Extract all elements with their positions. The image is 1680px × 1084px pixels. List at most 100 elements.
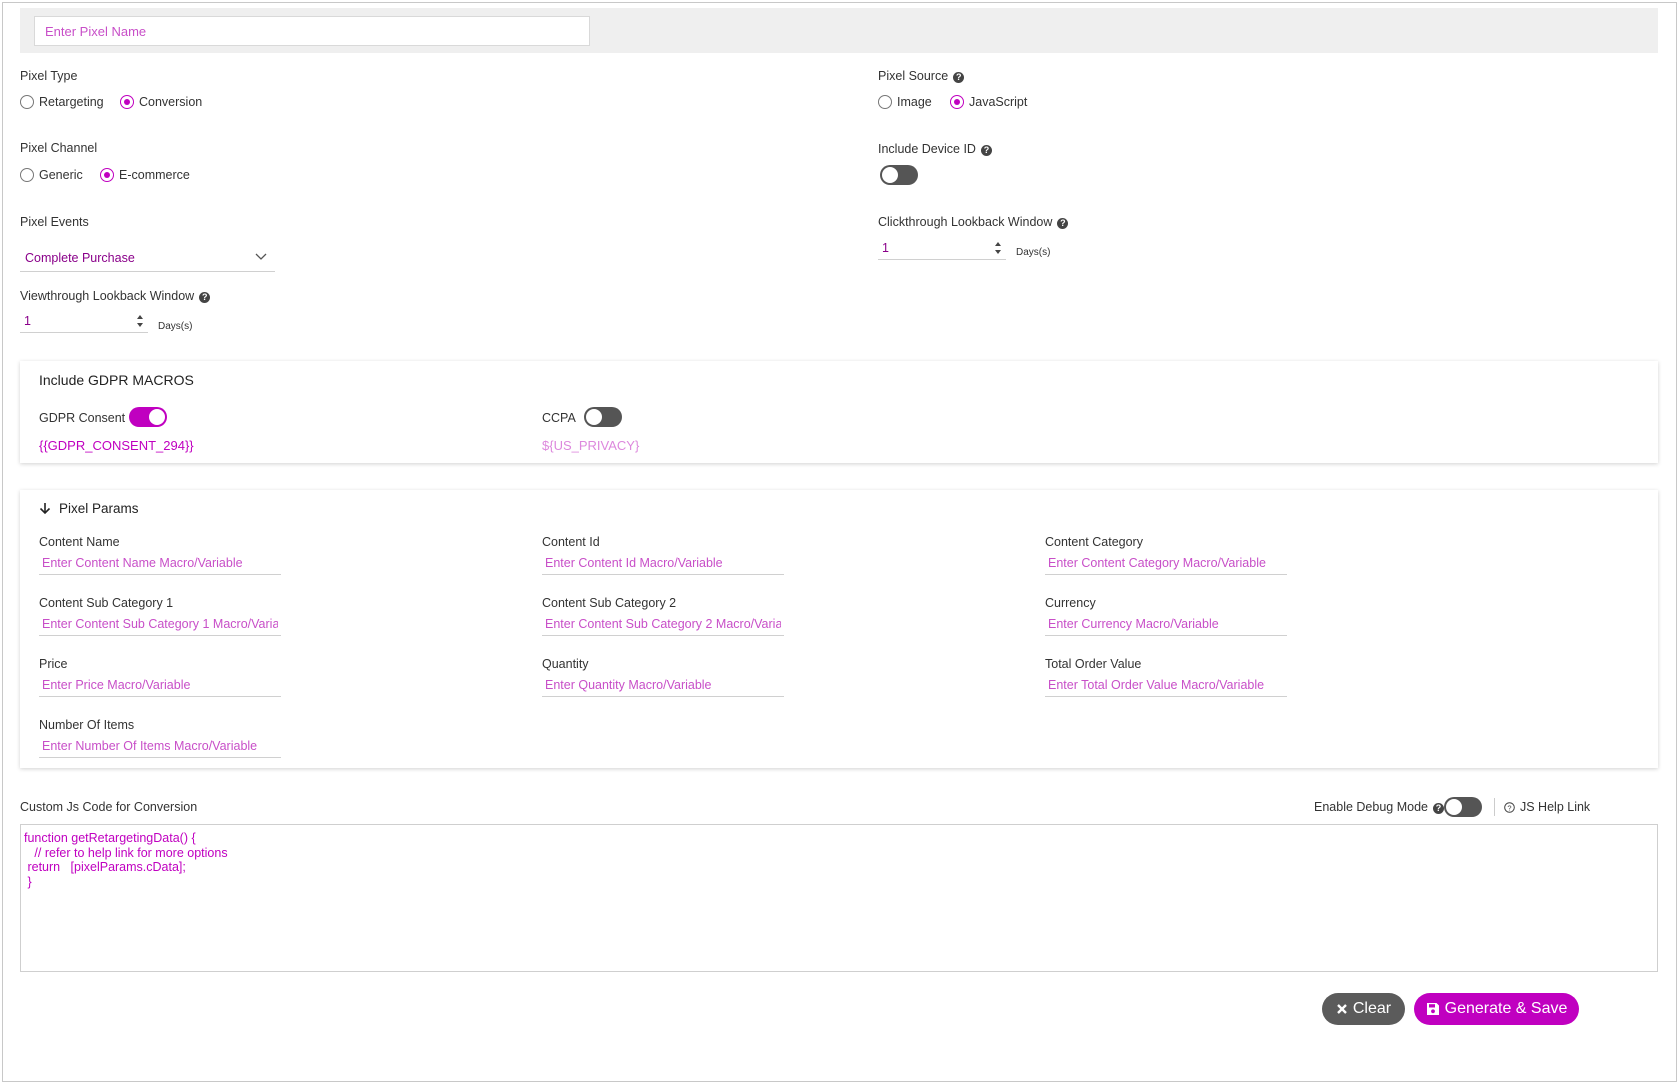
toggle-knob [586, 409, 602, 425]
content-category-label: Content Category [1045, 535, 1143, 549]
ccpa-toggle[interactable] [584, 407, 622, 427]
content-sub-category-2-input[interactable] [542, 612, 784, 636]
radio-circle [20, 95, 34, 109]
pixel-events-select[interactable]: Complete Purchase [20, 244, 275, 272]
pixel-source-javascript-radio[interactable]: JavaScript [950, 95, 1027, 109]
pixel-params-header[interactable]: Pixel Params [39, 501, 139, 516]
close-icon [1337, 1004, 1347, 1014]
viewthrough-label-text: Viewthrough Lookback Window [20, 289, 195, 303]
gdpr-consent-toggle[interactable] [129, 407, 167, 427]
content-name-label: Content Name [39, 535, 120, 549]
radio-label: Generic [39, 168, 83, 182]
clear-button-label: Clear [1352, 1000, 1392, 1017]
spinner-arrows-icon[interactable] [135, 313, 145, 329]
toggle-knob [149, 409, 165, 425]
radio-circle [878, 95, 892, 109]
content-name-input[interactable] [39, 551, 281, 575]
svg-text:?: ? [1507, 803, 1511, 812]
include-device-id-label-text: Include Device ID [878, 142, 976, 156]
ccpa-label: CCPA [542, 411, 576, 425]
viewthrough-value: 1 [24, 314, 31, 328]
radio-circle-selected [120, 95, 134, 109]
generate-save-button-label: Generate & Save [1444, 1000, 1568, 1017]
content-sub-category-2-label: Content Sub Category 2 [542, 596, 677, 610]
currency-input[interactable] [1045, 612, 1287, 636]
quantity-input[interactable] [542, 673, 784, 697]
viewthrough-label: Viewthrough Lookback Window? [20, 289, 211, 303]
debug-mode-label-text: Enable Debug Mode [1314, 800, 1428, 814]
clear-button[interactable]: Clear [1322, 993, 1405, 1025]
gdpr-consent-macro: {{GDPR_CONSENT_294}} [39, 438, 194, 453]
total-order-value-label: Total Order Value [1045, 657, 1142, 671]
clickthrough-unit: Days(s) [1016, 247, 1051, 258]
ccpa-macro: ${US_PRIVACY} [542, 438, 640, 453]
viewthrough-input[interactable]: 1 [20, 311, 148, 333]
pixel-events-value: Complete Purchase [25, 251, 135, 265]
pixel-channel-ecommerce-radio[interactable]: E-commerce [100, 168, 190, 182]
radio-label: Retargeting [39, 95, 104, 109]
pixel-channel-generic-radio[interactable]: Generic [20, 168, 83, 182]
number-of-items-input[interactable] [39, 734, 281, 758]
pixel-type-label: Pixel Type [20, 69, 78, 83]
clickthrough-input[interactable]: 1 [878, 238, 1006, 260]
pixel-source-label-text: Pixel Source [878, 69, 949, 83]
radio-label: E-commerce [119, 168, 190, 182]
pixel-source-label: Pixel Source? [878, 69, 965, 83]
pixel-source-image-radio[interactable]: Image [878, 95, 932, 109]
custom-js-label: Custom Js Code for Conversion [20, 800, 198, 814]
number-of-items-label: Number Of Items [39, 718, 135, 732]
clickthrough-label: Clickthrough Lookback Window? [878, 215, 1069, 229]
pixel-events-label: Pixel Events [20, 215, 89, 229]
chevron-down-icon [255, 253, 267, 260]
pixel-name-input[interactable] [34, 16, 590, 46]
arrow-down-icon [39, 503, 51, 515]
help-icon[interactable]: ? [1432, 803, 1444, 814]
pixel-params-card: Pixel Params Content Name Content Id Con… [20, 490, 1658, 768]
spinner-arrows-icon[interactable] [993, 240, 1003, 256]
viewthrough-unit: Days(s) [158, 321, 193, 332]
generate-save-button[interactable]: Generate & Save [1414, 993, 1579, 1025]
pixel-params-title: Pixel Params [59, 501, 139, 516]
toggle-knob [1446, 799, 1462, 815]
radio-circle-selected [950, 95, 964, 109]
save-icon [1426, 1003, 1439, 1015]
price-input[interactable] [39, 673, 281, 697]
help-icon[interactable]: ? [1057, 218, 1069, 229]
content-sub-category-1-label: Content Sub Category 1 [39, 596, 174, 610]
divider [1494, 798, 1495, 816]
pixel-name-bar [20, 8, 1658, 53]
toggle-knob [882, 167, 898, 183]
clickthrough-label-text: Clickthrough Lookback Window [878, 215, 1053, 229]
debug-mode-label: Enable Debug Mode? [1314, 800, 1444, 814]
radio-circle [20, 168, 34, 182]
radio-label: Image [897, 95, 932, 109]
content-sub-category-1-input[interactable] [39, 612, 281, 636]
help-icon[interactable]: ? [953, 72, 965, 83]
gdpr-macros-card: Include GDPR MACROS GDPR Consent {{GDPR_… [20, 361, 1658, 463]
pixel-type-conversion-radio[interactable]: Conversion [120, 95, 202, 109]
gdpr-consent-label: GDPR Consent [39, 411, 126, 425]
include-device-id-label: Include Device ID? [878, 142, 992, 156]
radio-label: Conversion [139, 95, 203, 109]
question-circle-icon: ? [1504, 801, 1515, 813]
radio-circle-selected [100, 168, 114, 182]
content-category-input[interactable] [1045, 551, 1287, 575]
custom-js-code-editor[interactable]: function getRetargetingData() { // refer… [20, 824, 1658, 972]
content-id-label: Content Id [542, 535, 600, 549]
gdpr-title: Include GDPR MACROS [39, 372, 194, 388]
quantity-label: Quantity [542, 657, 589, 671]
price-label: Price [39, 657, 68, 671]
currency-label: Currency [1045, 596, 1096, 610]
js-help-link[interactable]: ? JS Help Link [1504, 800, 1590, 814]
content-id-input[interactable] [542, 551, 784, 575]
help-icon[interactable]: ? [199, 292, 211, 303]
clickthrough-value: 1 [882, 241, 889, 255]
total-order-value-input[interactable] [1045, 673, 1287, 697]
pixel-channel-label: Pixel Channel [20, 141, 98, 155]
help-icon[interactable]: ? [980, 145, 992, 156]
include-device-id-toggle[interactable] [880, 165, 918, 185]
js-help-link-text: JS Help Link [1520, 800, 1591, 814]
pixel-type-retargeting-radio[interactable]: Retargeting [20, 95, 104, 109]
radio-label: JavaScript [969, 95, 1028, 109]
debug-mode-toggle[interactable] [1444, 797, 1482, 817]
